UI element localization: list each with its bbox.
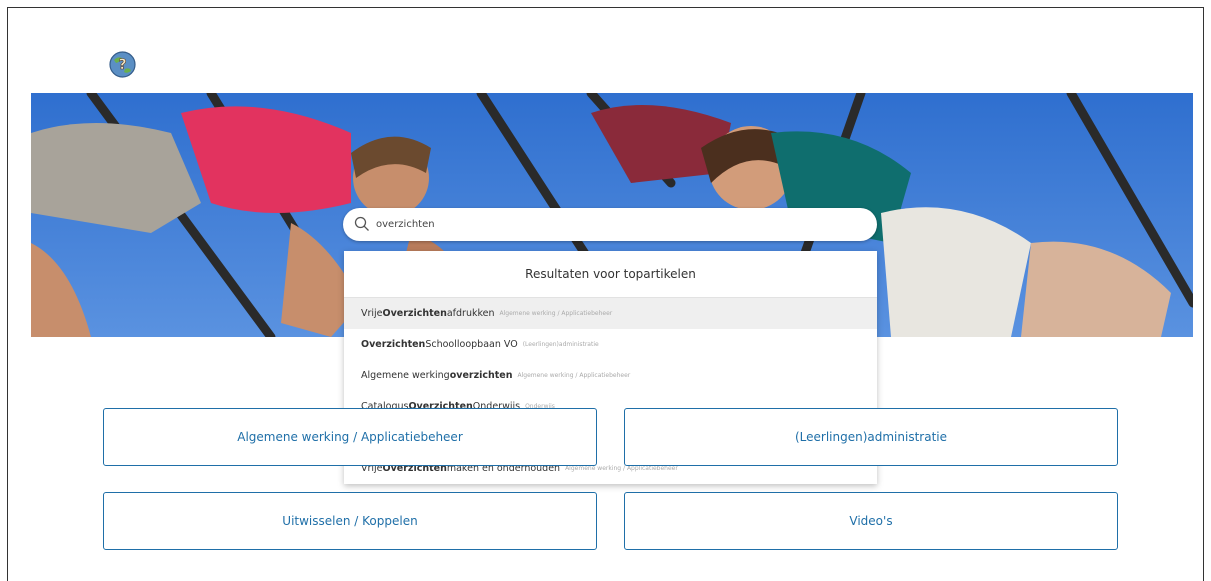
result-title-prefix: Algemene werking bbox=[361, 370, 450, 381]
help-logo-icon[interactable]: ? bbox=[109, 51, 136, 78]
dropdown-header: Resultaten voor topartikelen bbox=[344, 251, 877, 298]
search-result-item[interactable]: Algemene werking overzichten Algemene wer… bbox=[344, 360, 877, 391]
result-title-suffix: Schoolloopbaan VO bbox=[425, 339, 518, 350]
category-tile-algemene-werking[interactable]: Algemene werking / Applicatiebeheer bbox=[103, 408, 597, 466]
search-icon bbox=[354, 216, 369, 231]
search-result-item[interactable]: Vrije Overzichten afdrukken Algemene werk… bbox=[344, 298, 877, 329]
category-tile-uitwisselen-koppelen[interactable]: Uitwisselen / Koppelen bbox=[103, 492, 597, 550]
result-title-highlight: Overzichten bbox=[382, 308, 447, 319]
result-category: Algemene werking / Applicatiebeheer bbox=[499, 310, 613, 317]
search-bar[interactable] bbox=[343, 208, 877, 241]
search-input[interactable] bbox=[376, 214, 856, 234]
result-title-suffix: afdrukken bbox=[446, 308, 495, 319]
result-category: Algemene werking / Applicatiebeheer bbox=[517, 372, 631, 379]
search-result-item[interactable]: Overzichten Schoolloopbaan VO (Leerlingen… bbox=[344, 329, 877, 360]
category-tile-videos[interactable]: Video's bbox=[624, 492, 1118, 550]
result-title-highlight: Overzichten bbox=[361, 339, 426, 350]
result-category: Algemene werking / Applicatiebeheer bbox=[565, 465, 678, 472]
result-title-prefix: Vrije bbox=[361, 308, 383, 319]
svg-text:?: ? bbox=[118, 57, 126, 73]
result-title-highlight: overzichten bbox=[449, 370, 513, 381]
result-category: (Leerlingen)administratie bbox=[522, 341, 599, 348]
category-tile-leerlingenadministratie[interactable]: (Leerlingen)administratie bbox=[624, 408, 1118, 466]
